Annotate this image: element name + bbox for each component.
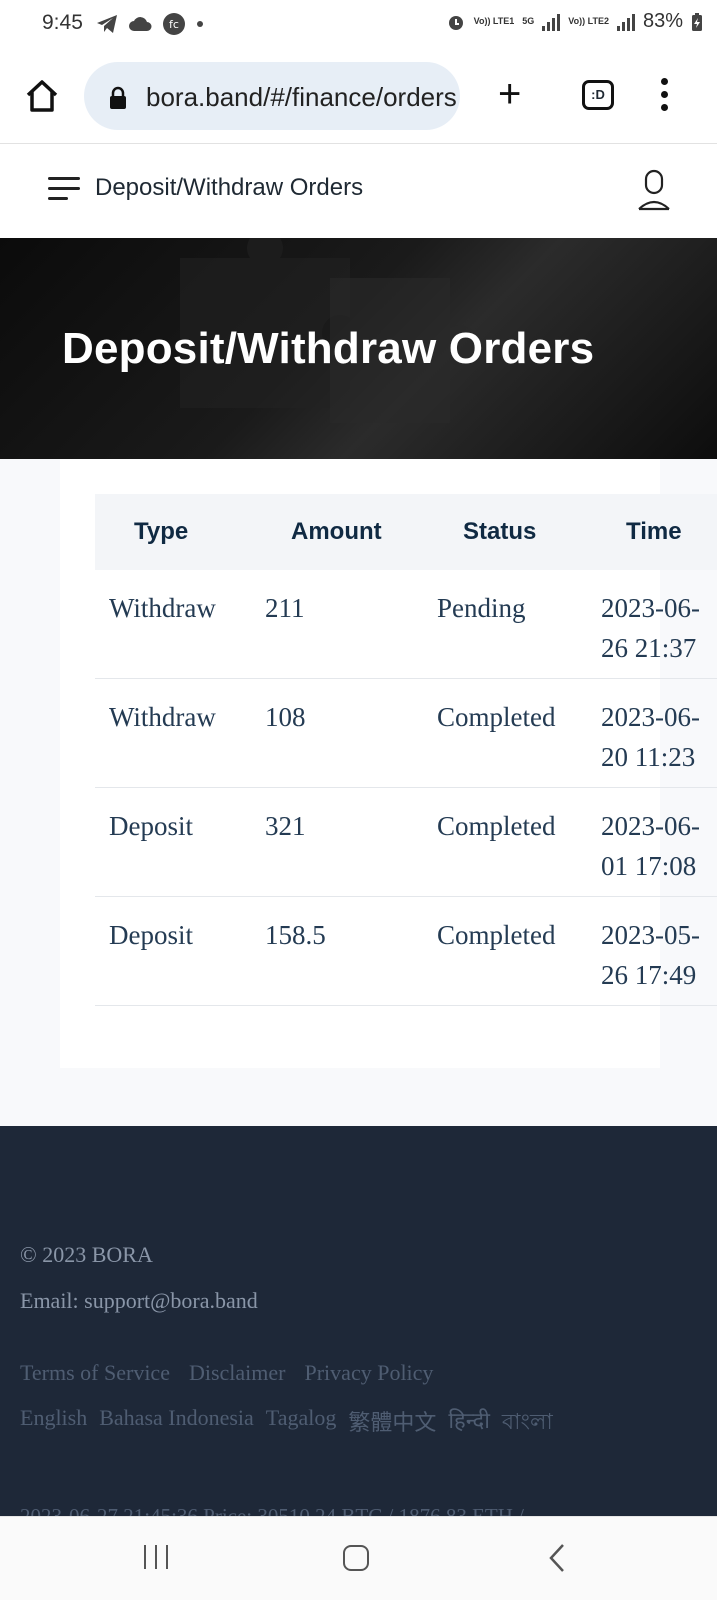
cell-status: Completed [437,920,556,950]
address-bar[interactable]: bora.band/#/finance/orders [84,62,460,130]
cell-time: 2023-05-26 17:49 [601,920,700,990]
column-header-status: Status [463,518,537,545]
lock-icon [110,86,126,109]
telegram-icon [97,15,117,33]
browser-toolbar: bora.band/#/finance/orders + :D [0,48,717,144]
footer-link-terms[interactable]: Terms of Service [20,1360,170,1386]
battery-percent: 83% [642,10,683,32]
footer-link-privacy[interactable]: Privacy Policy [305,1360,434,1386]
language-selector: English Bahasa Indonesia Tagalog 繁體中文 हि… [20,1405,553,1442]
footer-email[interactable]: Email: support@bora.band [20,1288,258,1314]
url-text[interactable]: bora.band/#/finance/orders [146,82,457,113]
dot-icon [197,21,203,27]
table-header: Type Amount Status Time [95,494,717,570]
cell-amount: 158.5 [265,920,326,950]
cell-amount: 108 [265,702,306,732]
hamburger-menu-icon[interactable] [48,177,80,207]
table-row: Withdraw 211 Pending 2023-06-26 21:37 [95,570,717,679]
cell-status: Completed [437,811,556,841]
header-title: Deposit/Withdraw Orders [95,174,364,201]
status-bar: 9:45 fc Vo)) LTE1 5G Vo)) LTE2 83% [0,0,717,48]
column-header-time: Time [626,518,682,545]
language-option-traditional-chinese[interactable]: 繁體中文 [348,1405,436,1442]
site-footer: © 2023 BORA Email: support@bora.band Ter… [0,1126,717,1528]
footer-links: Terms of Service Disclaimer Privacy Poli… [20,1360,433,1386]
language-option-bengali[interactable]: বাংলা [502,1405,553,1442]
table-row: Withdraw 108 Completed 2023-06-20 11:23 [95,679,717,788]
page-title: Deposit/Withdraw Orders [62,324,595,373]
app-header: Deposit/Withdraw Orders [0,145,717,238]
back-icon[interactable] [548,1543,566,1573]
page-hero-banner: Deposit/Withdraw Orders [0,238,717,459]
status-right-icons: Vo)) LTE1 5G Vo)) LTE2 83% [446,10,703,33]
user-account-icon[interactable] [636,169,672,213]
status-notification-icons: fc [96,12,204,36]
cell-type: Deposit [109,811,193,841]
cell-amount: 321 [265,811,306,841]
new-tab-button[interactable]: + [498,74,521,114]
battery-charging-icon [692,12,702,31]
system-navigation-bar [0,1516,717,1600]
table-row: Deposit 158.5 Completed 2023-05-26 17:49 [95,897,717,1006]
table-row: Deposit 321 Completed 2023-06-01 17:08 [95,788,717,897]
svg-text:fc: fc [169,18,179,31]
tab-switcher-button[interactable]: :D [582,80,614,110]
language-option-tagalog[interactable]: Tagalog [266,1405,337,1442]
cell-time: 2023-06-20 11:23 [601,702,700,772]
signal-icon-1 [542,13,561,31]
system-home-icon[interactable] [343,1545,369,1571]
language-option-hindi[interactable]: हिन्दी [448,1405,490,1442]
home-icon[interactable] [22,76,62,116]
5g-label: 5G [522,16,535,26]
cell-time: 2023-06-26 21:37 [601,593,700,663]
cell-type: Withdraw [109,702,216,732]
more-menu-icon[interactable] [660,78,668,111]
cell-type: Deposit [109,920,193,950]
sim2-network-label: Vo)) LTE2 [568,16,609,26]
recent-apps-icon[interactable] [144,1545,168,1569]
cell-time: 2023-06-01 17:08 [601,811,700,881]
cell-amount: 211 [265,593,305,623]
footer-copyright: © 2023 BORA [20,1242,153,1267]
cell-type: Withdraw [109,593,216,623]
alarm-icon [448,15,463,30]
column-header-amount: Amount [291,518,382,545]
cell-status: Pending [437,593,526,623]
footer-link-disclaimer[interactable]: Disclaimer [189,1360,286,1386]
orders-table: Type Amount Status Time Withdraw 211 Pen… [95,494,717,1006]
column-header-type: Type [134,518,189,545]
signal-icon-2 [616,13,635,31]
language-option-english[interactable]: English [20,1405,87,1442]
cloud-icon [129,17,152,31]
sim1-network-label: Vo)) LTE1 [473,16,515,26]
cell-status: Completed [437,702,556,732]
app-badge-icon: fc [163,13,185,35]
status-time: 9:45 [42,11,83,34]
language-option-indonesian[interactable]: Bahasa Indonesia [99,1405,254,1442]
